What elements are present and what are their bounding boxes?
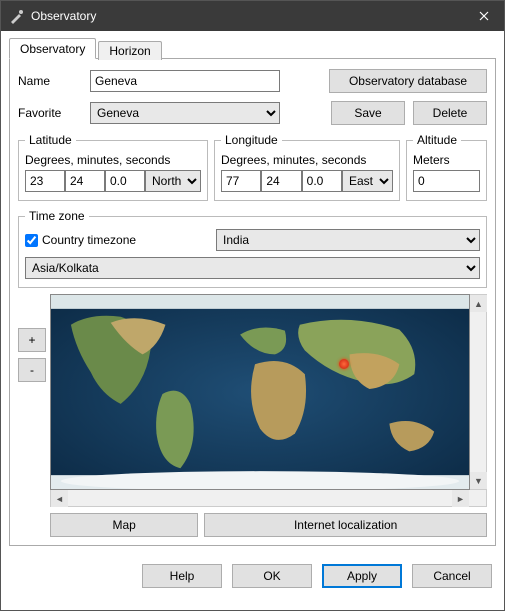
help-button[interactable]: Help: [142, 564, 222, 588]
ok-button[interactable]: OK: [232, 564, 312, 588]
tab-observatory[interactable]: Observatory: [9, 38, 96, 59]
internet-localization-button[interactable]: Internet localization: [204, 513, 487, 537]
lat-deg-input[interactable]: [25, 170, 65, 192]
tab-panel-observatory: Name Observatory database Favorite Genev…: [9, 59, 496, 546]
app-icon: [9, 8, 25, 24]
latitude-legend: Latitude: [25, 133, 76, 147]
save-button[interactable]: Save: [331, 101, 405, 125]
window-title: Observatory: [31, 9, 464, 23]
lon-deg-input[interactable]: [221, 170, 261, 192]
close-button[interactable]: [464, 1, 504, 31]
map-button[interactable]: Map: [50, 513, 198, 537]
altitude-input[interactable]: [413, 170, 480, 192]
scroll-right-arrow[interactable]: ►: [452, 490, 469, 507]
zoom-in-button[interactable]: +: [18, 328, 46, 352]
country-select[interactable]: India: [216, 229, 480, 251]
zoom-out-button[interactable]: -: [18, 358, 46, 382]
lon-sec-input[interactable]: [302, 170, 342, 192]
dialog-footer: Help OK Apply Cancel: [1, 554, 504, 600]
lat-min-input[interactable]: [65, 170, 105, 192]
lon-min-input[interactable]: [261, 170, 301, 192]
name-label: Name: [18, 74, 82, 88]
longitude-legend: Longitude: [221, 133, 282, 147]
favorite-label: Favorite: [18, 106, 82, 120]
tab-horizon[interactable]: Horizon: [98, 41, 161, 60]
latitude-group: Latitude Degrees, minutes, seconds North: [18, 133, 208, 201]
latitude-sublabel: Degrees, minutes, seconds: [25, 153, 201, 167]
world-map[interactable]: [50, 294, 470, 490]
delete-button[interactable]: Delete: [413, 101, 487, 125]
longitude-sublabel: Degrees, minutes, seconds: [221, 153, 393, 167]
altitude-legend: Altitude: [413, 133, 461, 147]
scroll-down-arrow[interactable]: ▼: [470, 472, 487, 489]
name-input[interactable]: [90, 70, 280, 92]
country-tz-checkbox[interactable]: [25, 234, 38, 247]
country-tz-label[interactable]: Country timezone: [25, 233, 136, 247]
observatory-database-button[interactable]: Observatory database: [329, 69, 487, 93]
longitude-group: Longitude Degrees, minutes, seconds East: [214, 133, 400, 201]
scroll-up-arrow[interactable]: ▲: [470, 295, 487, 312]
altitude-group: Altitude Meters: [406, 133, 487, 201]
timezone-legend: Time zone: [25, 209, 89, 223]
lat-hemi-select[interactable]: North: [145, 170, 201, 192]
titlebar: Observatory: [1, 1, 504, 31]
timezone-select[interactable]: Asia/Kolkata: [25, 257, 480, 279]
apply-button[interactable]: Apply: [322, 564, 402, 588]
map-hscrollbar[interactable]: ◄ ►: [50, 490, 487, 507]
timezone-group: Time zone Country timezone India Asia/Ko…: [18, 209, 487, 288]
altitude-sublabel: Meters: [413, 153, 480, 167]
lon-hemi-select[interactable]: East: [342, 170, 393, 192]
favorite-select[interactable]: Geneva: [90, 102, 280, 124]
lat-sec-input[interactable]: [105, 170, 145, 192]
scroll-left-arrow[interactable]: ◄: [51, 490, 68, 507]
map-vscrollbar[interactable]: ▲ ▼: [470, 294, 487, 490]
tab-bar: Observatory Horizon: [9, 37, 496, 59]
cancel-button[interactable]: Cancel: [412, 564, 492, 588]
